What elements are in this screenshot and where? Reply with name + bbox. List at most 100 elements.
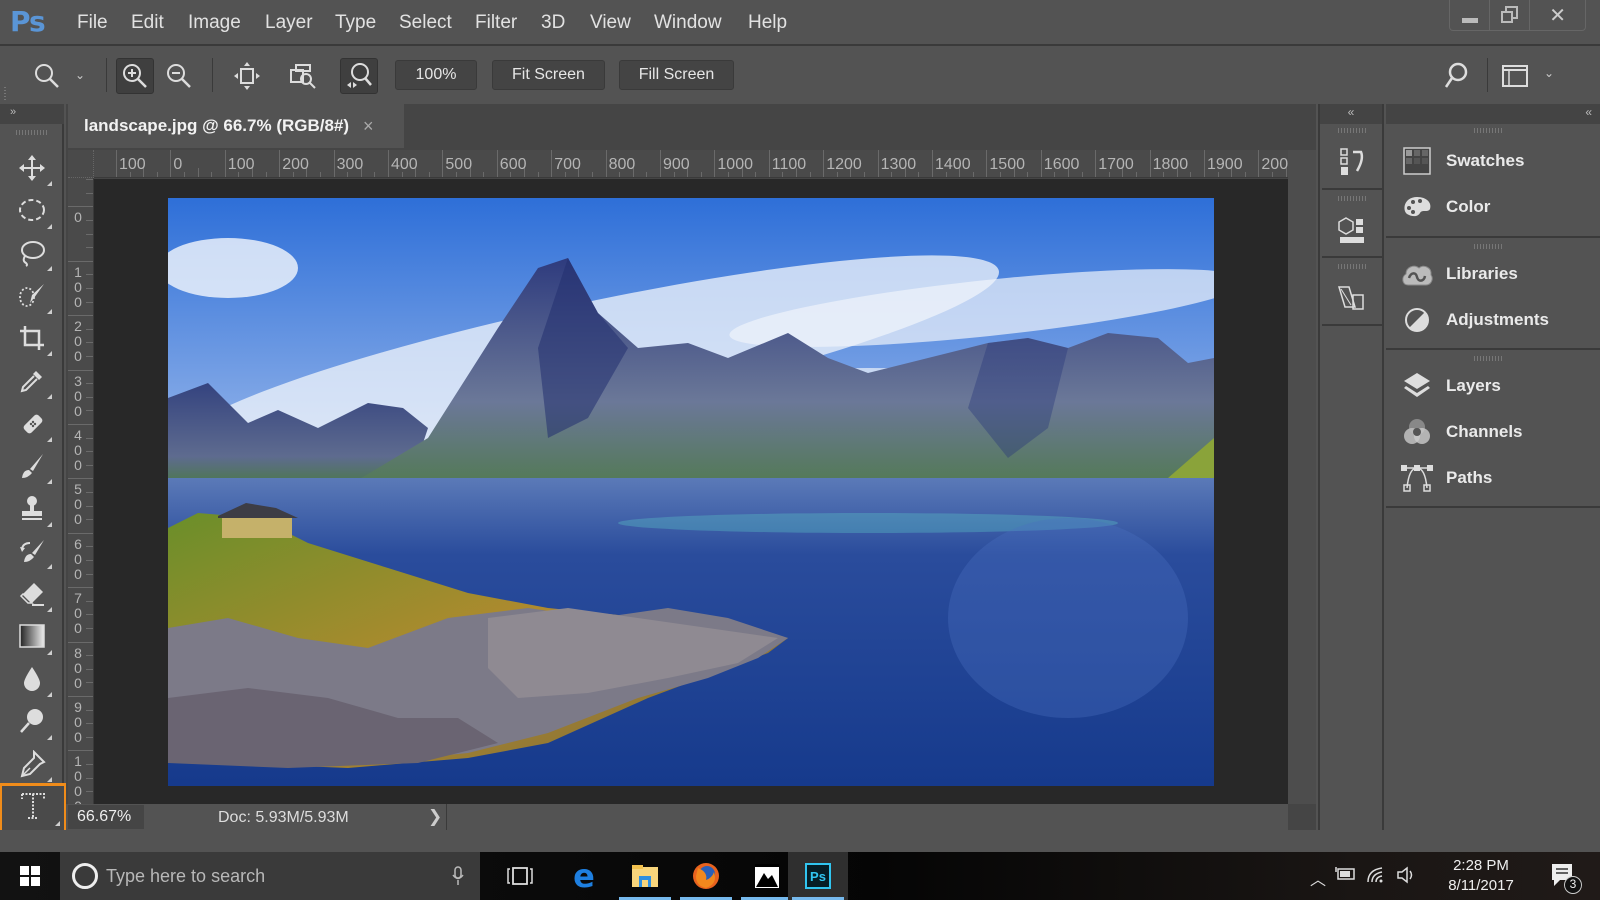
ruler-origin[interactable] bbox=[68, 150, 94, 178]
close-tab-icon[interactable]: × bbox=[363, 116, 374, 137]
panel-grip[interactable] bbox=[1474, 356, 1504, 361]
channels-panel-button[interactable]: Channels bbox=[1400, 412, 1600, 452]
ruler-minor-tick bbox=[537, 172, 539, 177]
healing-brush-tool[interactable] bbox=[8, 406, 56, 446]
vertical-scrollbar[interactable] bbox=[1288, 150, 1316, 804]
zoom-out-button[interactable] bbox=[160, 58, 198, 94]
menu-layer[interactable]: Layer bbox=[265, 12, 313, 34]
crop-tool[interactable] bbox=[8, 320, 56, 360]
history-panel-button[interactable] bbox=[1322, 124, 1382, 190]
move-tool[interactable] bbox=[8, 150, 56, 190]
menu-image[interactable]: Image bbox=[188, 12, 241, 34]
collapse-panels[interactable]: « bbox=[1386, 104, 1600, 124]
tools-panel-grip[interactable] bbox=[16, 130, 48, 135]
pen-tool-icon bbox=[18, 749, 46, 783]
zoom-out-icon bbox=[167, 64, 191, 88]
lasso-tool[interactable] bbox=[8, 235, 56, 275]
taskbar-search-box[interactable]: Type here to search bbox=[60, 852, 480, 900]
libraries-panel-button[interactable]: Libraries bbox=[1400, 254, 1600, 294]
collapse-icon-strip[interactable]: « bbox=[1320, 104, 1382, 124]
start-button[interactable] bbox=[0, 852, 60, 900]
type-tool[interactable] bbox=[0, 783, 67, 833]
zoom-all-windows-button[interactable] bbox=[284, 58, 322, 94]
color-panel-button[interactable]: Color bbox=[1400, 187, 1600, 227]
paths-panel-button[interactable]: Paths bbox=[1400, 458, 1600, 498]
microphone-icon[interactable] bbox=[452, 866, 464, 886]
zoom-in-button[interactable] bbox=[116, 58, 154, 94]
fill-screen-button[interactable]: Fill Screen bbox=[619, 60, 734, 90]
fit-screen-button[interactable]: Fit Screen bbox=[492, 60, 605, 90]
gradient-tool[interactable] bbox=[8, 619, 56, 659]
scrubby-zoom-toggle[interactable] bbox=[340, 58, 378, 94]
menu-edit[interactable]: Edit bbox=[131, 12, 164, 34]
document-tab[interactable]: landscape.jpg @ 66.7% (RGB/8#) × bbox=[68, 104, 404, 148]
adjustments-panel-button[interactable]: Adjustments bbox=[1400, 300, 1600, 340]
zoom-tool-icon bbox=[35, 64, 59, 88]
quick-selection-tool[interactable] bbox=[8, 278, 56, 318]
ruler-tick bbox=[68, 206, 93, 208]
brush-tool[interactable] bbox=[8, 448, 56, 488]
adjustments-icon bbox=[1400, 304, 1434, 336]
ruler-label: 200 bbox=[282, 156, 309, 173]
clone-stamp-tool-icon bbox=[18, 494, 46, 527]
action-center-button[interactable]: 3 bbox=[1548, 862, 1582, 894]
minimize-button[interactable] bbox=[1450, 0, 1491, 30]
photoshop-app-button[interactable]: Ps bbox=[788, 852, 848, 900]
type-tool-icon bbox=[19, 791, 47, 826]
chevron-down-icon[interactable]: ⌄ bbox=[1544, 66, 1554, 80]
pen-tool[interactable] bbox=[8, 746, 56, 786]
eyedropper-tool[interactable] bbox=[8, 363, 56, 403]
options-bar-grip[interactable] bbox=[4, 86, 6, 100]
canvas[interactable] bbox=[94, 179, 1288, 804]
system-clock[interactable]: 2:28 PM 8/11/2017 bbox=[1436, 856, 1526, 896]
menu-view[interactable]: View bbox=[590, 12, 631, 34]
status-menu-arrow-icon[interactable]: ❯ bbox=[428, 807, 442, 827]
file-explorer-button[interactable] bbox=[615, 852, 675, 900]
properties-panel-button[interactable] bbox=[1322, 260, 1382, 326]
search-button[interactable] bbox=[1438, 58, 1476, 94]
ruler-tick bbox=[823, 150, 825, 177]
restore-button[interactable] bbox=[1490, 0, 1531, 30]
eraser-tool[interactable] bbox=[8, 576, 56, 616]
photoshop-logo: Ps bbox=[10, 5, 46, 38]
tool-preset-picker[interactable] bbox=[28, 58, 66, 94]
resize-windows-button[interactable] bbox=[228, 58, 266, 94]
workspace-switcher[interactable] bbox=[1496, 58, 1534, 94]
expand-icon[interactable]: » bbox=[10, 106, 16, 118]
close-button[interactable]: ✕ bbox=[1530, 0, 1585, 30]
volume-icon[interactable] bbox=[1396, 866, 1416, 889]
layers-panel-button[interactable]: Layers bbox=[1400, 366, 1600, 406]
vertical-ruler[interactable]: 010020030040050060070080090010001 bbox=[68, 178, 94, 804]
menu-help[interactable]: Help bbox=[748, 12, 787, 34]
show-hidden-icons-chevron-icon[interactable]: ︿ bbox=[1310, 866, 1326, 890]
menu-select[interactable]: Select bbox=[399, 12, 452, 34]
marquee-tool[interactable] bbox=[8, 193, 56, 233]
firefox-app-button[interactable] bbox=[676, 852, 736, 900]
menu-file[interactable]: File bbox=[77, 12, 108, 34]
panel-grip[interactable] bbox=[1474, 244, 1504, 249]
menu-3d[interactable]: 3D bbox=[541, 12, 565, 34]
tools-panel-header[interactable]: » bbox=[0, 104, 64, 124]
task-view-button[interactable] bbox=[490, 852, 550, 900]
ruler-minor-tick bbox=[918, 172, 920, 177]
horizontal-ruler[interactable]: 100 0 100 200 300 400 500 600 700 800 900 1000 1100 1… bbox=[94, 150, 1288, 178]
ruler-label: 400 bbox=[391, 156, 418, 173]
clone-stamp-tool[interactable] bbox=[8, 491, 56, 531]
3d-panel-button[interactable] bbox=[1322, 192, 1382, 258]
panel-grip[interactable] bbox=[1474, 128, 1504, 133]
zoom-100-button[interactable]: 100% bbox=[395, 60, 477, 90]
swatches-panel-button[interactable]: Swatches bbox=[1400, 141, 1600, 181]
history-brush-tool[interactable] bbox=[8, 533, 56, 573]
chevron-down-icon[interactable]: ⌄ bbox=[75, 68, 85, 82]
blur-tool[interactable] bbox=[8, 661, 56, 701]
battery-icon[interactable] bbox=[1334, 866, 1356, 887]
menu-type[interactable]: Type bbox=[335, 12, 376, 34]
landscape-image[interactable] bbox=[168, 198, 1214, 786]
menu-filter[interactable]: Filter bbox=[475, 12, 517, 34]
zoom-level-field[interactable]: 66.67% bbox=[68, 805, 144, 829]
edge-app-button[interactable]: e bbox=[554, 852, 614, 900]
ruler-tick bbox=[877, 150, 879, 177]
dodge-tool[interactable] bbox=[8, 704, 56, 744]
wifi-icon[interactable] bbox=[1366, 866, 1386, 889]
menu-window[interactable]: Window bbox=[654, 12, 722, 34]
